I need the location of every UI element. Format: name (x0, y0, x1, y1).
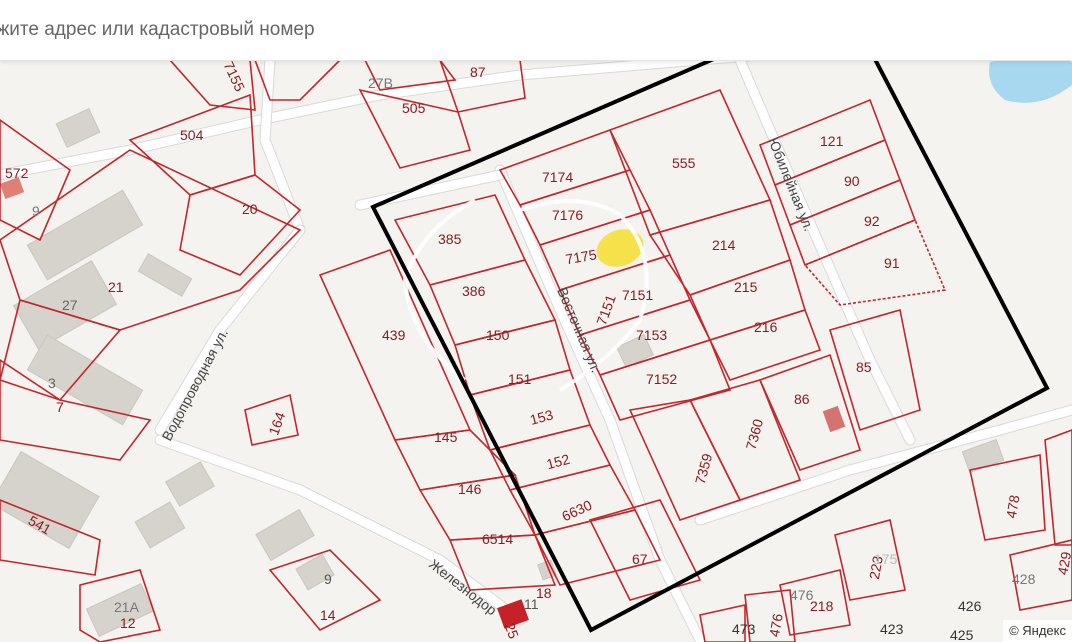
plot-label: 7153 (636, 327, 667, 343)
plot-label: 7 (56, 399, 64, 415)
plot-label: 21А (114, 599, 140, 615)
plot-label: 505 (402, 100, 426, 116)
roads (0, 49, 1072, 642)
plot-label: 7151 (593, 292, 619, 327)
plot-label: 439 (382, 327, 406, 343)
search-input[interactable] (0, 12, 1046, 48)
street-label-zheleznodor: Железнодор (426, 556, 500, 619)
plot-label: 21 (108, 279, 124, 295)
plot-label: 214 (712, 237, 736, 253)
plot-label: 152 (545, 451, 572, 473)
plot-label: 150 (486, 327, 510, 343)
plot-label: 14 (320, 607, 336, 623)
plot-label: 67 (632, 551, 648, 567)
plot-label: 7151 (622, 287, 653, 303)
plot-label: 7152 (646, 371, 677, 387)
plot-label: 428 (1012, 571, 1036, 587)
plot-label: 121 (820, 133, 844, 149)
plot-label: 11 (524, 596, 539, 612)
plot-label: 20 (242, 201, 258, 217)
plot-label: 478 (1003, 494, 1023, 520)
plot-label: 425 (950, 627, 974, 642)
plot-label: 7360 (743, 417, 767, 451)
plot-label: 86 (794, 391, 810, 407)
plot-label: 216 (754, 319, 778, 335)
plot-label: 476 (790, 587, 814, 603)
plot-label: 91 (884, 255, 900, 271)
plot-label: 572 (5, 165, 29, 181)
plot-label: 476 (766, 612, 786, 638)
selection-outline (370, 0, 1050, 633)
plot-label: 426 (958, 598, 982, 614)
plot-label: 423 (880, 621, 904, 637)
cadastral-map[interactable]: 7155 87 27В 505 504 572 9 20 21 27 3 7 7… (0, 0, 1072, 642)
plot-label: 85 (856, 359, 872, 375)
plot-label: 92 (864, 213, 880, 229)
plot-label: 555 (672, 155, 696, 171)
plot-label: 164 (265, 410, 288, 438)
plot-label: 146 (458, 481, 482, 497)
plot-label: 151 (508, 371, 532, 387)
plot-label: 27 (62, 297, 78, 313)
plot-label: 87 (470, 64, 486, 80)
plot-label: 385 (438, 231, 462, 247)
plot-label: 90 (844, 173, 860, 189)
street-label-yubileinaya: Юбилейная ул. (765, 135, 817, 233)
plot-label: 7359 (692, 451, 716, 485)
plot-label: 6514 (482, 531, 513, 547)
plot-label: 504 (180, 127, 204, 143)
plot-label: 218 (810, 598, 834, 614)
plot-label: 9 (324, 571, 332, 587)
plot-label: 215 (734, 279, 758, 295)
water-body (989, 56, 1072, 103)
plot-label: 429 (1054, 550, 1072, 576)
plot-label: 9 (32, 203, 40, 219)
plot-label: 7176 (552, 207, 583, 223)
plot-label: 27В (368, 75, 393, 91)
plot-label: 7155 (220, 59, 248, 94)
plot-label: 7174 (542, 169, 573, 185)
plot-label: 3 (48, 375, 56, 391)
plot-label: 7175 (564, 246, 598, 267)
plot-label: 12 (120, 615, 136, 631)
plot-label: 473 (732, 621, 756, 637)
plot-label: 175 (874, 551, 898, 567)
map-copyright[interactable]: © Яндекс (1003, 620, 1072, 642)
search-bar (0, 0, 1072, 61)
street-label-vodoprovodnaya: Водопроводная ул. (159, 326, 232, 444)
building-marked (822, 405, 846, 433)
plot-label: 153 (528, 406, 555, 428)
plot-label: 386 (462, 283, 486, 299)
plot-label: 145 (434, 429, 458, 445)
